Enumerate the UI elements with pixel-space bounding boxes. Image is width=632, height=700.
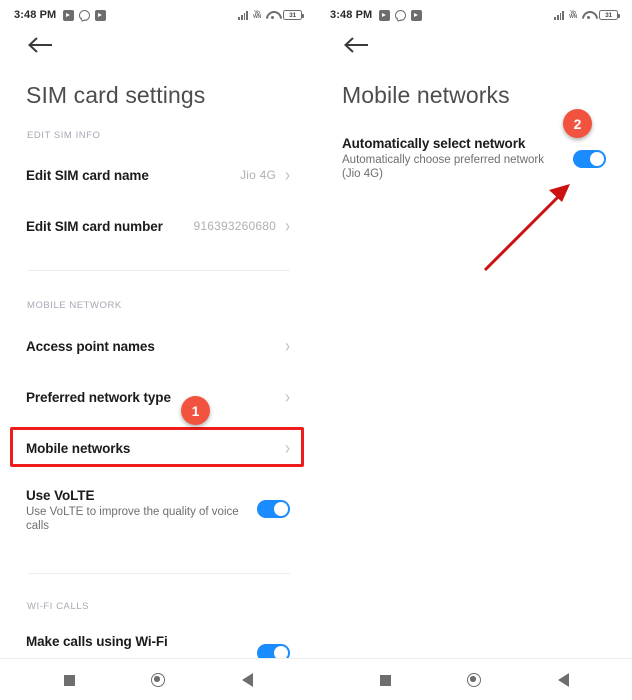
row-mobile-networks[interactable]: Mobile networks ›: [0, 428, 316, 468]
toggle-make-calls-using-wifi[interactable]: [257, 644, 290, 658]
section-label-edit-sim-info: EDIT SIM INFO: [27, 130, 101, 141]
row-value: 916393260680: [193, 219, 276, 233]
row-access-point-names[interactable]: Access point names ›: [0, 326, 316, 366]
row-subtitle: Use VoLTE to improve the quality of voic…: [26, 506, 239, 532]
toggle-knob: [274, 646, 288, 658]
home-button[interactable]: [461, 667, 487, 693]
row-text-block: Make calls using Wi-Fi: [26, 634, 257, 649]
circle-icon: [467, 673, 481, 687]
right-phone-screen: 3:48 PM Vo WN 31 Mobile networks Automat…: [316, 0, 632, 658]
signal-bars-icon: [238, 10, 249, 20]
section-divider: [28, 573, 290, 574]
home-button[interactable]: [145, 667, 171, 693]
status-notification-icons: [63, 9, 107, 21]
row-title: Automatically select network: [342, 136, 526, 151]
row-title: Mobile networks: [26, 440, 131, 456]
toggle-automatically-select-network[interactable]: [573, 150, 606, 168]
row-text-block: Automatically select network Automatical…: [342, 136, 573, 181]
page-title: SIM card settings: [26, 82, 206, 108]
row-title: Preferred network type: [26, 389, 171, 405]
wifi-icon: [582, 10, 594, 20]
left-phone-screen: 3:48 PM Vo WN 31 SIM card settings EDIT …: [0, 0, 316, 658]
row-title: Edit SIM card number: [26, 218, 163, 234]
page-title: Mobile networks: [342, 82, 510, 108]
video-app-icon: [379, 9, 391, 21]
status-time: 3:48 PM: [14, 9, 57, 21]
status-time: 3:48 PM: [330, 9, 373, 21]
dual-screenshot-composite: 3:48 PM Vo WN 31 SIM card settings EDIT …: [0, 0, 632, 700]
row-subtitle: Automatically choose preferred network (…: [342, 154, 544, 180]
video-app-icon: [63, 9, 75, 21]
circle-icon: [151, 673, 165, 687]
triangle-left-icon: [241, 673, 253, 687]
battery-icon: 31: [283, 10, 304, 20]
chevron-right-icon: ›: [285, 215, 290, 237]
status-system-icons: Vo WN 31: [554, 10, 620, 20]
status-notification-icons: [379, 9, 423, 21]
signal-bars-icon: [554, 10, 565, 20]
chevron-right-icon: ›: [285, 437, 290, 459]
annotation-badge-1: 1: [181, 396, 210, 425]
row-title: Edit SIM card name: [26, 167, 149, 183]
row-value: Jio 4G: [240, 168, 276, 182]
toggle-use-volte[interactable]: [257, 500, 290, 518]
volte-icon: Vo WN: [569, 10, 577, 20]
row-preferred-network-type[interactable]: Preferred network type ›: [0, 377, 316, 417]
row-edit-sim-card-number[interactable]: Edit SIM card number 916393260680 ›: [0, 206, 316, 246]
row-make-calls-using-wifi[interactable]: Make calls using Wi-Fi: [0, 634, 316, 658]
status-bar-right: 3:48 PM Vo WN 31: [316, 0, 632, 30]
row-title: Access point names: [26, 338, 155, 354]
back-arrow-icon[interactable]: [26, 34, 58, 60]
system-navigation-bar: [0, 658, 632, 700]
wifi-icon: [266, 10, 278, 20]
status-bar-left: 3:48 PM Vo WN 31: [0, 0, 316, 30]
section-label-mobile-network: MOBILE NETWORK: [27, 300, 122, 311]
section-divider: [28, 270, 290, 271]
back-arrow-icon[interactable]: [342, 34, 374, 60]
battery-level-label: 31: [289, 11, 296, 19]
annotation-badge-2: 2: [563, 109, 592, 138]
chevron-right-icon: ›: [285, 335, 290, 357]
battery-level-label: 31: [605, 11, 612, 19]
row-edit-sim-card-name[interactable]: Edit SIM card name Jio 4G ›: [0, 155, 316, 195]
nav-group-right: [316, 659, 632, 700]
toggle-knob: [590, 152, 604, 166]
square-icon: [63, 674, 75, 686]
whatsapp-icon: [395, 9, 407, 21]
chevron-right-icon: ›: [285, 386, 290, 408]
back-button[interactable]: [550, 667, 576, 693]
row-text-block: Use VoLTE Use VoLTE to improve the quali…: [26, 488, 257, 533]
video-app-icon: [411, 9, 423, 21]
row-use-volte[interactable]: Use VoLTE Use VoLTE to improve the quali…: [0, 488, 316, 533]
volte-bottom-label: WN: [253, 14, 261, 20]
row-title: Make calls using Wi-Fi: [26, 634, 168, 649]
volte-bottom-label: WN: [569, 14, 577, 20]
toggle-knob: [274, 502, 288, 516]
video-app-icon: [95, 9, 107, 21]
chevron-right-icon: ›: [285, 164, 290, 186]
triangle-left-icon: [557, 673, 569, 687]
recents-button[interactable]: [372, 667, 398, 693]
nav-group-left: [0, 659, 316, 700]
recents-button[interactable]: [56, 667, 82, 693]
square-icon: [379, 674, 391, 686]
row-automatically-select-network[interactable]: Automatically select network Automatical…: [316, 136, 632, 181]
section-label-wifi-calls: WI-FI CALLS: [27, 601, 90, 612]
whatsapp-icon: [79, 9, 91, 21]
row-title: Use VoLTE: [26, 488, 95, 503]
volte-icon: Vo WN: [253, 10, 261, 20]
battery-icon: 31: [599, 10, 620, 20]
back-button[interactable]: [234, 667, 260, 693]
status-system-icons: Vo WN 31: [238, 10, 304, 20]
